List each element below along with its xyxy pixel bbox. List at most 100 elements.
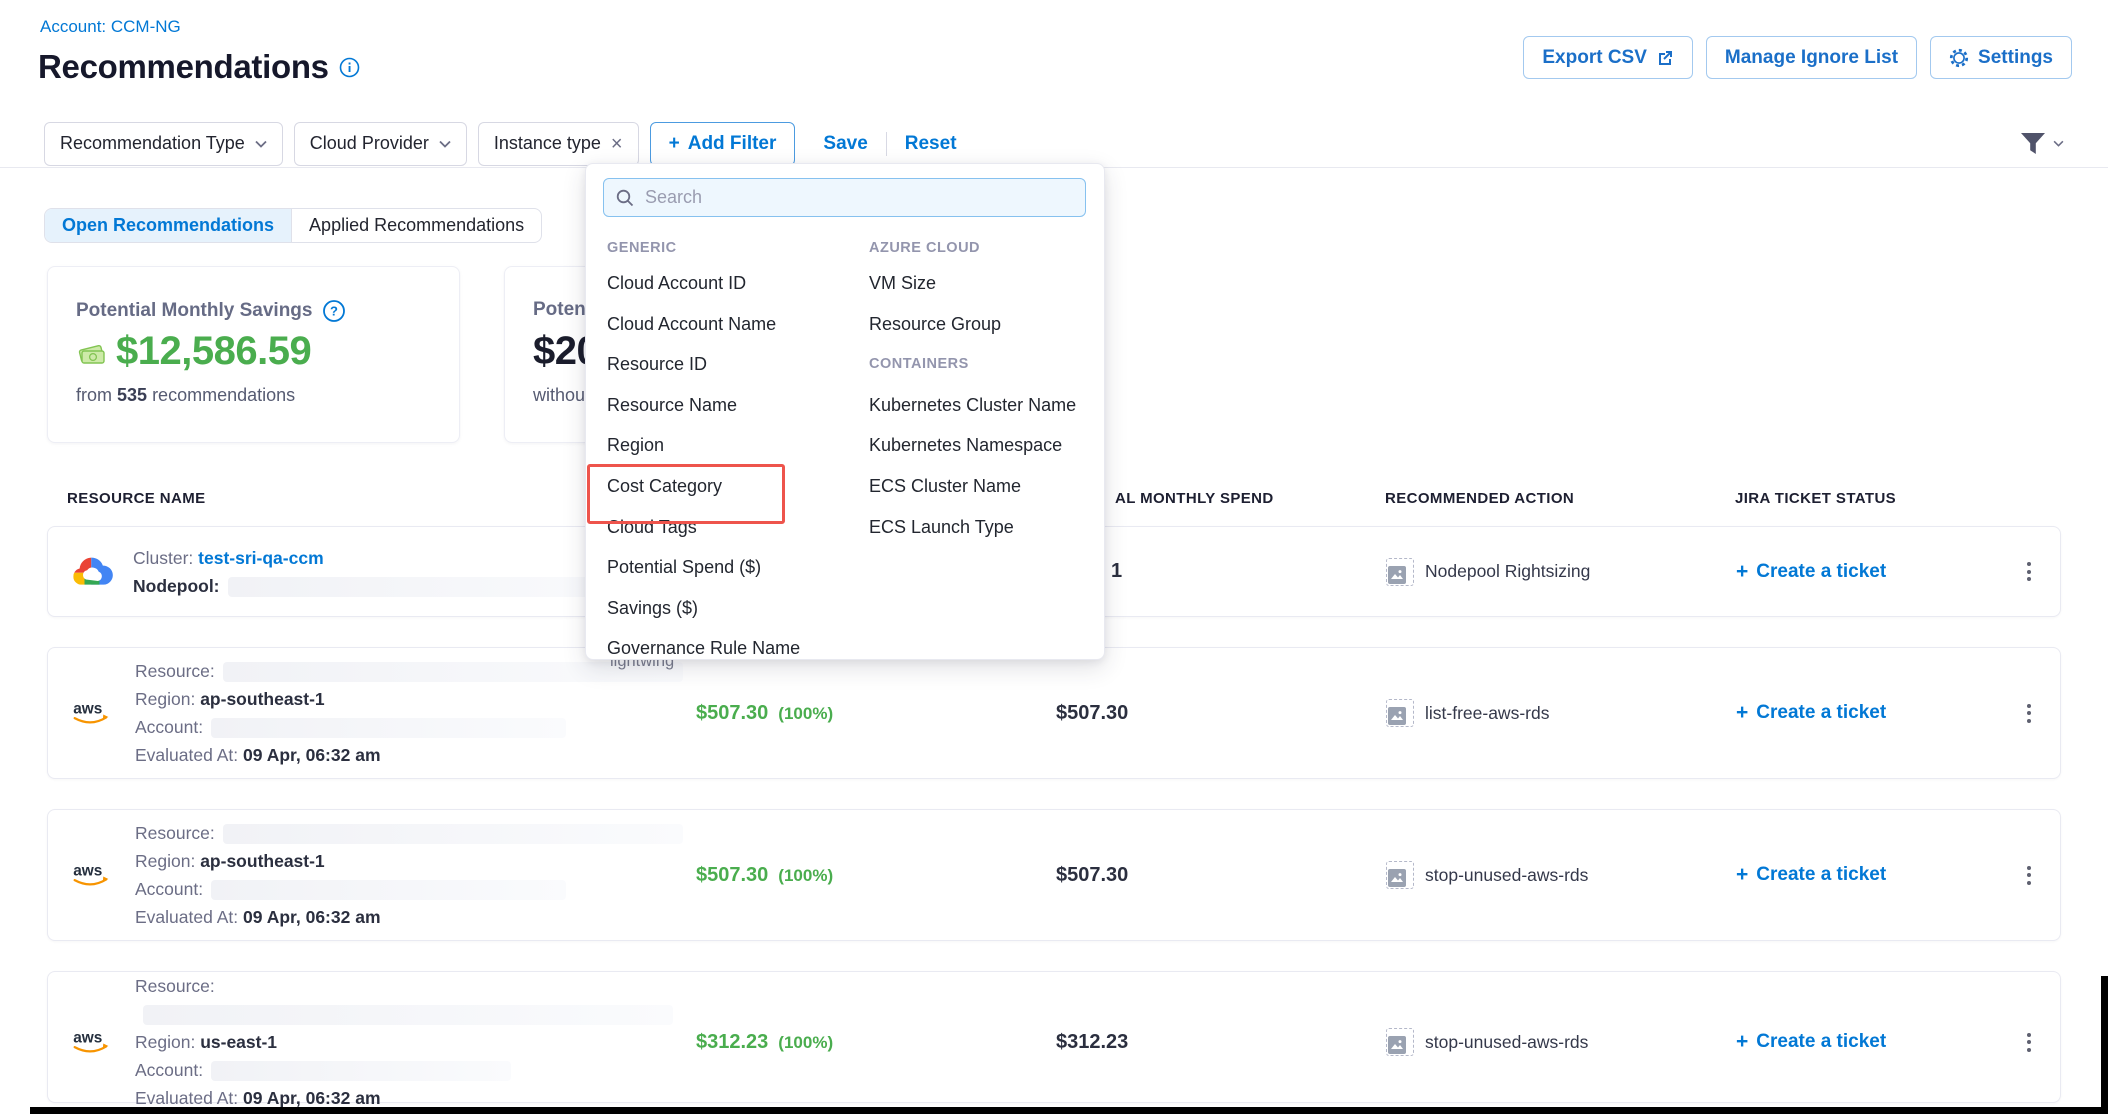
create-ticket-button[interactable]: + Create a ticket: [1736, 1030, 1996, 1054]
filter-chip-cloud-provider[interactable]: Cloud Provider: [294, 122, 467, 166]
tab-open-recommendations[interactable]: Open Recommendations: [45, 209, 291, 242]
recommendations-page: Account: CCM-NG Recommendations Export C…: [0, 0, 2108, 1114]
create-ticket-label: Create a ticket: [1756, 1031, 1886, 1053]
redacted-value: [143, 1005, 673, 1025]
row-menu-button[interactable]: [1996, 1033, 2062, 1052]
chevron-down-icon: [439, 140, 451, 148]
region-value: ap-southeast-1: [200, 851, 324, 871]
evaluated-at-label: Evaluated At:: [135, 1088, 238, 1108]
plus-icon: +: [1736, 1030, 1748, 1054]
filter-option-cloud-account-name[interactable]: Cloud Account Name: [607, 304, 857, 345]
svg-text:aws: aws: [73, 701, 102, 718]
settings-button[interactable]: Settings: [1930, 36, 2072, 79]
header-actions: Export CSV Manage Ignore List Settings: [1523, 36, 2072, 79]
chip-label: Instance type: [494, 133, 601, 154]
export-csv-button[interactable]: Export CSV: [1523, 36, 1693, 79]
chip-label: Cloud Provider: [310, 133, 429, 154]
region-label: Region:: [135, 1032, 195, 1052]
recommended-action-label: list-free-aws-rds: [1425, 703, 1549, 724]
filter-options-generic-column: GENERIC Cloud Account ID Cloud Account N…: [607, 233, 857, 669]
broken-image-icon: [1386, 1028, 1414, 1056]
page-title: Recommendations: [38, 48, 329, 86]
filter-option-potential-spend[interactable]: Potential Spend ($): [607, 547, 857, 588]
chevron-down-icon: [2053, 140, 2064, 147]
account-label: Account:: [135, 1060, 203, 1080]
info-icon[interactable]: [339, 57, 360, 78]
account-label: Account:: [135, 879, 203, 899]
filter-option-kubernetes-namespace[interactable]: Kubernetes Namespace: [869, 425, 1099, 466]
filter-chip-recommendation-type[interactable]: Recommendation Type: [44, 122, 283, 166]
gcp-logo: [71, 555, 113, 589]
evaluated-at-label: Evaluated At:: [135, 745, 238, 765]
recommended-action-label: Nodepool Rightsizing: [1425, 561, 1590, 582]
recommendations-tabs: Open Recommendations Applied Recommendat…: [44, 208, 542, 243]
recommended-action-cell: stop-unused-aws-rds: [1386, 1028, 1736, 1056]
external-link-icon: [1656, 49, 1674, 67]
money-icon: [76, 339, 108, 365]
plus-icon: +: [1736, 560, 1748, 584]
table-row[interactable]: aws Resource: Region: ap-southeast-1 Acc…: [47, 809, 2061, 941]
broken-image-icon: [1386, 558, 1414, 586]
search-input[interactable]: [643, 186, 1073, 209]
plus-icon: +: [1736, 863, 1748, 887]
region-value: us-east-1: [200, 1032, 277, 1052]
table-row[interactable]: aws Resource: Region: us-east-1 Account:…: [47, 971, 2061, 1103]
account-label: Account:: [135, 717, 203, 737]
filter-option-resource-name[interactable]: Resource Name: [607, 385, 857, 426]
filter-option-kubernetes-cluster-name[interactable]: Kubernetes Cluster Name: [869, 385, 1099, 426]
section-header-azure-cloud: AZURE CLOUD: [869, 233, 1099, 263]
filter-option-governance-rule-name[interactable]: Governance Rule Name: [607, 628, 857, 669]
close-icon[interactable]: ×: [611, 134, 623, 154]
table-row[interactable]: aws Resource: Region: ap-southeast-1 Acc…: [47, 647, 2061, 779]
filter-option-ecs-cluster-name[interactable]: ECS Cluster Name: [869, 466, 1099, 507]
filter-bar: Recommendation Type Cloud Provider Insta…: [44, 121, 2064, 166]
row-menu-button[interactable]: [1996, 562, 2062, 581]
aws-logo: aws: [71, 859, 115, 891]
filter-option-cloud-account-id[interactable]: Cloud Account ID: [607, 263, 857, 304]
search-box[interactable]: [603, 178, 1086, 217]
svg-text:?: ?: [331, 304, 339, 319]
card-title: Potential Monthly Savings: [76, 300, 312, 322]
help-icon[interactable]: ?: [322, 299, 346, 323]
manage-ignore-list-button[interactable]: Manage Ignore List: [1706, 36, 1917, 79]
svg-text:aws: aws: [73, 863, 102, 880]
create-ticket-button[interactable]: + Create a ticket: [1736, 701, 1996, 725]
filter-panel-toggle[interactable]: [2020, 132, 2064, 156]
savings-value: $507.30: [696, 864, 768, 887]
recommended-action-label: stop-unused-aws-rds: [1425, 1032, 1588, 1053]
filter-option-cloud-tags[interactable]: Cloud Tags: [607, 507, 857, 548]
evaluated-at-label: Evaluated At:: [135, 907, 238, 927]
filter-option-region[interactable]: Region: [607, 425, 857, 466]
chevron-down-icon: [255, 140, 267, 148]
spend-subtext-fragment: withou: [533, 385, 585, 406]
tab-applied-recommendations[interactable]: Applied Recommendations: [291, 209, 541, 242]
monthly-spend-value: $312.23: [1056, 1031, 1386, 1054]
create-ticket-label: Create a ticket: [1756, 561, 1886, 583]
filter-option-resource-group[interactable]: Resource Group: [869, 304, 1099, 345]
filter-option-cost-category[interactable]: Cost Category: [607, 466, 857, 507]
filter-option-resource-id[interactable]: Resource ID: [607, 344, 857, 385]
filter-chip-instance-type[interactable]: Instance type ×: [478, 122, 639, 166]
gear-icon: [1949, 48, 1969, 68]
cluster-link[interactable]: test-sri-qa-ccm: [198, 548, 323, 568]
recommended-action-cell: Nodepool Rightsizing: [1386, 558, 1736, 586]
evaluated-at-value: 09 Apr, 06:32 am: [243, 745, 381, 765]
filter-option-ecs-launch-type[interactable]: ECS Launch Type: [869, 507, 1099, 548]
create-ticket-button[interactable]: + Create a ticket: [1736, 560, 1996, 584]
monthly-savings-cell: $507.30 (100%): [696, 702, 1056, 725]
save-filter-button[interactable]: Save: [823, 133, 867, 155]
create-ticket-button[interactable]: + Create a ticket: [1736, 863, 1996, 887]
breadcrumb[interactable]: Account: CCM-NG: [40, 17, 181, 37]
filter-option-vm-size[interactable]: VM Size: [869, 263, 1099, 304]
reset-filter-button[interactable]: Reset: [905, 133, 957, 155]
add-filter-button[interactable]: + Add Filter: [650, 122, 796, 166]
card-title-fragment: Poten: [533, 299, 586, 321]
filter-option-savings[interactable]: Savings ($): [607, 588, 857, 629]
resource-label: Resource:: [135, 661, 215, 681]
monthly-spend-value: $507.30: [1056, 702, 1386, 725]
add-filter-label: Add Filter: [688, 133, 777, 155]
row-menu-button[interactable]: [1996, 866, 2062, 885]
potential-monthly-savings-card: Potential Monthly Savings ? $12,586.59 f…: [47, 266, 460, 443]
settings-label: Settings: [1978, 47, 2053, 69]
row-menu-button[interactable]: [1996, 704, 2062, 723]
